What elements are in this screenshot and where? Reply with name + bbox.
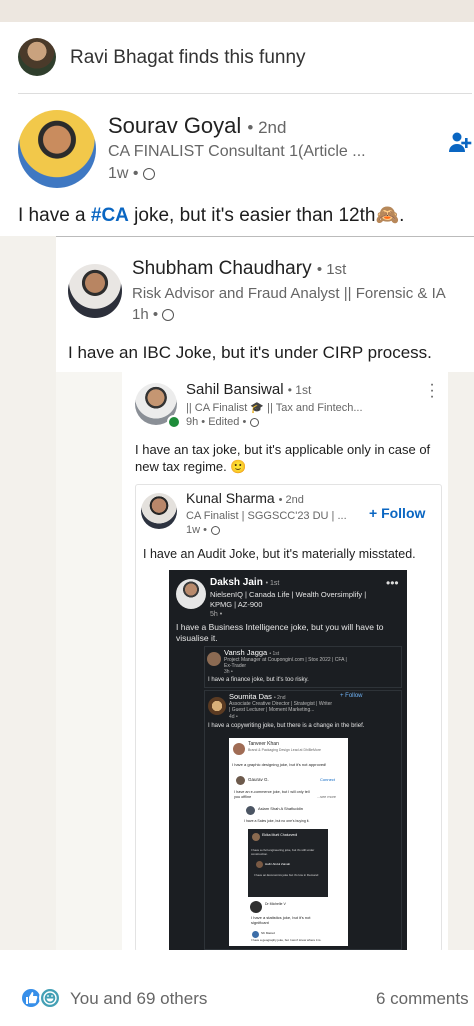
repost3-text: I have an Audit Joke, but it's materiall… xyxy=(143,547,416,561)
dark1-author[interactable]: Daksh Jain xyxy=(210,577,263,588)
dark1-text: I have a Business Intelligence joke, but… xyxy=(176,622,384,643)
dark3-text: I have a copywriting joke, but there is … xyxy=(208,723,365,729)
repost3-meta: 1w • xyxy=(186,524,220,536)
post-text-part: I have a xyxy=(18,205,91,226)
light2-text: I have an e-commerce joke, but I will on… xyxy=(234,790,310,799)
repost1-author[interactable]: Shubham Chaudhary xyxy=(132,258,312,279)
repost2-meta: 9h • Edited • xyxy=(186,416,260,428)
globe-icon xyxy=(210,525,220,535)
follow-button[interactable]: + Follow xyxy=(369,505,425,521)
dark3-headline: Associate Creative Director | Strategist… xyxy=(229,701,333,713)
repost3-degree: • 2nd xyxy=(278,494,304,506)
more-options-icon[interactable]: ••• xyxy=(386,576,399,590)
light4-author[interactable]: Dr Michelle V xyxy=(265,902,286,906)
light3-author[interactable]: Aslam Shah A Shafiuddin xyxy=(258,806,303,811)
light2-author[interactable]: Gaurav G. xyxy=(248,777,269,782)
author-avatar[interactable] xyxy=(18,110,96,188)
funny-reaction-icon xyxy=(39,987,61,1009)
dark2-author-line: Vansh Jagga • 1st xyxy=(224,648,279,657)
online-indicator xyxy=(167,415,181,429)
globe-icon xyxy=(162,309,175,322)
light5-text: I have a geography joke, but I won't kno… xyxy=(251,938,322,942)
repost1-avatar[interactable] xyxy=(68,264,122,318)
nested-dark1-avatar[interactable] xyxy=(252,833,260,841)
repost2-author-line: Sahil Bansiwal • 1st xyxy=(186,381,311,398)
repost3-author-line: Kunal Sharma • 2nd xyxy=(186,490,304,506)
divider xyxy=(56,236,474,237)
dark2-author[interactable]: Vansh Jagga xyxy=(224,648,267,657)
light2-avatar[interactable] xyxy=(236,776,245,785)
repost3-headline: CA Finalist | SGGSCC'23 DU | ... xyxy=(186,510,347,522)
light1-text: I have a graphic designing joke, but it'… xyxy=(232,762,327,767)
post-meta: 1w • xyxy=(108,165,155,183)
dark3-follow-button[interactable]: + Follow xyxy=(340,693,363,699)
more-options-icon[interactable]: · · · xyxy=(428,377,436,405)
light3-text: I have a Sales joke, but no one's buying… xyxy=(244,819,310,823)
activity-avatar[interactable] xyxy=(18,38,56,76)
repost3-author[interactable]: Kunal Sharma xyxy=(186,490,275,506)
repost1-author-line: Shubham Chaudhary • 1st xyxy=(132,258,346,280)
reactions-count[interactable]: You and 69 others xyxy=(70,989,207,1009)
embed-margin xyxy=(448,372,474,950)
dark2-text: I have a finance joke, but it's too risk… xyxy=(208,677,309,683)
post-author-line: Sourav Goyal • 2nd xyxy=(108,113,286,139)
add-connection-icon[interactable] xyxy=(448,130,472,154)
repost2-headline: || CA Finalist 🎓 || Tax and Fintech... xyxy=(186,402,363,414)
light4-text: I have a statistics joke, but it's not s… xyxy=(251,915,311,925)
globe-icon xyxy=(250,417,260,427)
top-bar xyxy=(0,0,474,22)
embed-margin xyxy=(56,372,122,950)
dark3-author-line: Soumita Das • 2nd xyxy=(229,692,286,701)
connection-degree: • 2nd xyxy=(247,118,287,137)
globe-icon xyxy=(142,167,155,180)
repost2-time: 9h • Edited • xyxy=(186,416,247,428)
light5-avatar[interactable] xyxy=(252,931,259,938)
embed-margin xyxy=(0,236,56,950)
light1-avatar[interactable] xyxy=(233,743,245,755)
comments-count[interactable]: 6 comments xyxy=(376,989,469,1009)
post-time: 1w • xyxy=(108,165,139,182)
nested-dark1-author[interactable]: Ekika Murti Chaturvedi xyxy=(262,833,297,837)
repost3-time: 1w • xyxy=(186,524,207,536)
light5-author[interactable]: SK Mazed xyxy=(261,931,275,935)
post-text: I have a #CA joke, but it's easier than … xyxy=(18,203,404,227)
nested-dark2-author[interactable]: Hafiz Abdul Zainab xyxy=(265,862,290,866)
dark1-degree: • 1st xyxy=(265,580,280,587)
light3-avatar[interactable] xyxy=(246,806,255,815)
nested-dark1-text: I have a civil engineering joke, but it'… xyxy=(251,848,315,856)
divider xyxy=(18,93,472,94)
dark3-time: 4d • xyxy=(229,714,238,720)
dark1-avatar[interactable] xyxy=(176,579,206,609)
activity-text: Ravi Bhagat finds this funny xyxy=(70,47,306,68)
repost3-avatar[interactable] xyxy=(141,493,177,529)
dark1-author-line: Daksh Jain • 1st xyxy=(210,577,279,588)
light1-headline: Brand & Packaging Design Lead at DhiBeMo… xyxy=(248,748,321,752)
dark2-avatar[interactable] xyxy=(207,652,221,666)
see-more-link[interactable]: ...see more xyxy=(317,795,336,799)
light1-author[interactable]: Tanveer Khan xyxy=(248,741,279,747)
light4-avatar[interactable] xyxy=(250,901,262,913)
repost1-text: I have an IBC Joke, but it's under CIRP … xyxy=(68,343,432,362)
dark3-avatar[interactable] xyxy=(208,697,226,715)
repost2-author[interactable]: Sahil Bansiwal xyxy=(186,381,284,398)
repost1-meta: 1h • xyxy=(132,306,175,323)
dark3-author[interactable]: Soumita Das xyxy=(229,692,272,701)
author-headline: CA FINALIST Consultant 1(Article ... xyxy=(108,143,366,160)
author-name[interactable]: Sourav Goyal xyxy=(108,113,241,138)
social-counts-bar: You and 69 others 6 comments xyxy=(0,950,474,1026)
repost2-text: I have an tax joke, but it's applicable … xyxy=(135,442,431,474)
dark2-time: 3h • xyxy=(224,669,233,675)
connect-button[interactable]: Connect xyxy=(320,777,335,782)
repost1-time: 1h • xyxy=(132,306,159,323)
repost2-degree: • 1st xyxy=(287,383,312,397)
dark1-headline: NielsenIQ | Canada Life | Wealth Oversim… xyxy=(210,590,367,609)
nested-dark2-text: I have an Economics joke but it's low in… xyxy=(254,873,319,877)
nested-dark2-avatar[interactable] xyxy=(256,861,263,868)
dark1-time: 5h • xyxy=(210,611,223,618)
hashtag-link[interactable]: #CA xyxy=(91,205,129,226)
repost1-headline: Risk Advisor and Fraud Analyst || Forens… xyxy=(132,285,446,302)
post-text-part: joke, but it's easier than 12th🙈. xyxy=(128,205,405,226)
dark2-headline: Project Manager at Couponginí.com | Stox… xyxy=(224,657,347,669)
repost1-degree: • 1st xyxy=(316,261,347,278)
